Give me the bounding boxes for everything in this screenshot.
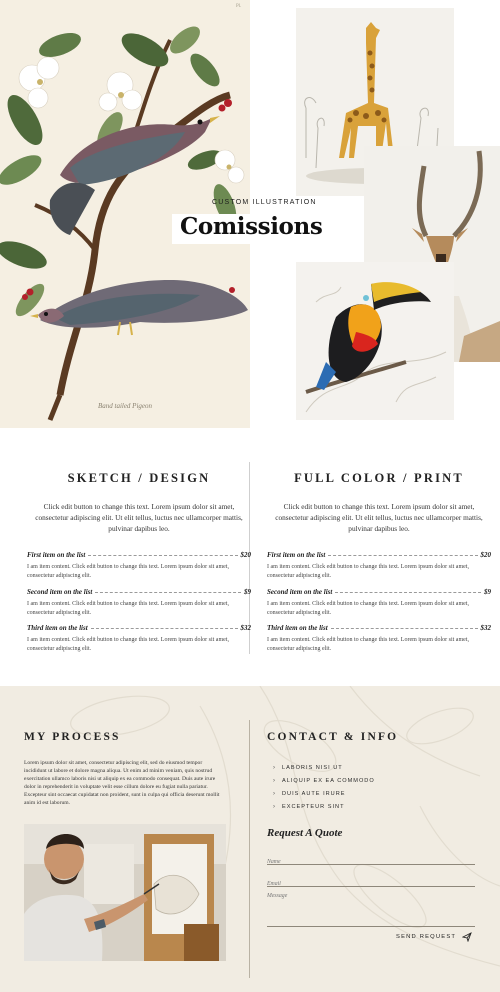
item-price: $9 xyxy=(484,588,491,596)
email-field[interactable] xyxy=(267,881,475,887)
item-price: $20 xyxy=(240,551,252,559)
chevron-right-icon: › xyxy=(273,803,276,810)
list-item: › ALIQUIP EX EA COMMODO xyxy=(273,774,375,787)
send-request-button[interactable]: SEND REQUEST xyxy=(396,932,472,942)
item-description: I am item content. Click edit button to … xyxy=(27,637,229,652)
item-name: Third item on the list xyxy=(27,624,88,632)
item-name: Second item on the list xyxy=(267,588,333,596)
list-item: › EXCEPTEUR SINT xyxy=(273,800,375,813)
item-description: I am item content. Click edit button to … xyxy=(267,564,469,579)
item-name: First item on the list xyxy=(27,551,86,559)
column-title: FULL COLOR / PRINT xyxy=(294,471,464,485)
column-title: SKETCH / DESIGN xyxy=(67,471,211,485)
list-item-label: DUIS AUTE IRURE xyxy=(282,790,346,797)
paper-plane-icon xyxy=(462,932,472,942)
item-description: I am item content. Click edit button to … xyxy=(27,564,229,579)
dotted-leader xyxy=(88,555,238,556)
list-item-label: ALIQUIP EX EA COMMODO xyxy=(282,777,375,784)
price-item: Second item on the list $9 I am item con… xyxy=(27,587,251,617)
item-price: $32 xyxy=(480,624,492,632)
price-item: First item on the list $20 I am item con… xyxy=(267,550,491,580)
page-title: Comissions xyxy=(180,213,323,240)
column-intro: Click edit button to change this text. L… xyxy=(35,502,243,533)
process-title: MY PROCESS xyxy=(24,731,121,743)
chevron-right-icon: › xyxy=(273,790,276,797)
price-item: First item on the list $20 I am item con… xyxy=(27,550,251,580)
quote-form-title: Request A Quote xyxy=(267,827,343,839)
plate-number: Pl. xyxy=(236,4,242,9)
contact-list: › LABORIS NISI UT › ALIQUIP EX EA COMMODO … xyxy=(273,761,375,813)
message-field-wrapper xyxy=(267,893,475,927)
price-item: Second item on the list $9 I am item con… xyxy=(267,587,491,617)
name-field[interactable] xyxy=(267,859,475,865)
item-description: I am item content. Click edit button to … xyxy=(267,601,469,616)
item-name: Third item on the list xyxy=(267,624,328,632)
process-body: Lorem ipsum dolor sit amet, consectetur … xyxy=(24,760,220,806)
toucan-illustration xyxy=(296,262,454,420)
dotted-leader xyxy=(335,592,481,593)
hero-section: Pl. Band tailed Pigeon CUSTOM ILLUSTRATI… xyxy=(0,0,500,428)
process-contact-section: MY PROCESS Lorem ipsum dolor sit amet, c… xyxy=(0,686,500,992)
artist-photo xyxy=(24,824,226,961)
chevron-right-icon: › xyxy=(273,764,276,771)
item-name: First item on the list xyxy=(267,551,326,559)
price-item: Third item on the list $32 I am item con… xyxy=(267,623,491,653)
item-price: $20 xyxy=(480,551,492,559)
dotted-leader xyxy=(95,592,241,593)
list-item: › LABORIS NISI UT xyxy=(273,761,375,774)
message-field[interactable] xyxy=(267,893,475,911)
item-price: $32 xyxy=(240,624,252,632)
column-intro: Click edit button to change this text. L… xyxy=(275,502,483,533)
email-field-wrapper xyxy=(267,872,475,887)
plate-caption: Band tailed Pigeon xyxy=(97,402,153,410)
item-description: I am item content. Click edit button to … xyxy=(27,601,229,616)
item-name: Second item on the list xyxy=(27,588,93,596)
dotted-leader xyxy=(330,628,478,629)
pricing-section: SKETCH / DESIGN Click edit button to cha… xyxy=(0,428,500,686)
dotted-leader xyxy=(90,628,238,629)
dotted-leader xyxy=(328,555,478,556)
list-item: › DUIS AUTE IRURE xyxy=(273,787,375,800)
chevron-right-icon: › xyxy=(273,777,276,784)
column-divider xyxy=(249,720,250,978)
hero-kicker: CUSTOM ILLUSTRATION xyxy=(212,199,317,206)
name-field-wrapper xyxy=(267,850,475,865)
contact-title: CONTACT & INFO xyxy=(267,731,399,743)
item-price: $9 xyxy=(244,588,251,596)
send-request-label: SEND REQUEST xyxy=(396,934,457,940)
item-description: I am item content. Click edit button to … xyxy=(267,637,469,652)
price-item: Third item on the list $32 I am item con… xyxy=(27,623,251,653)
list-item-label: EXCEPTEUR SINT xyxy=(282,803,345,810)
list-item-label: LABORIS NISI UT xyxy=(282,764,343,771)
